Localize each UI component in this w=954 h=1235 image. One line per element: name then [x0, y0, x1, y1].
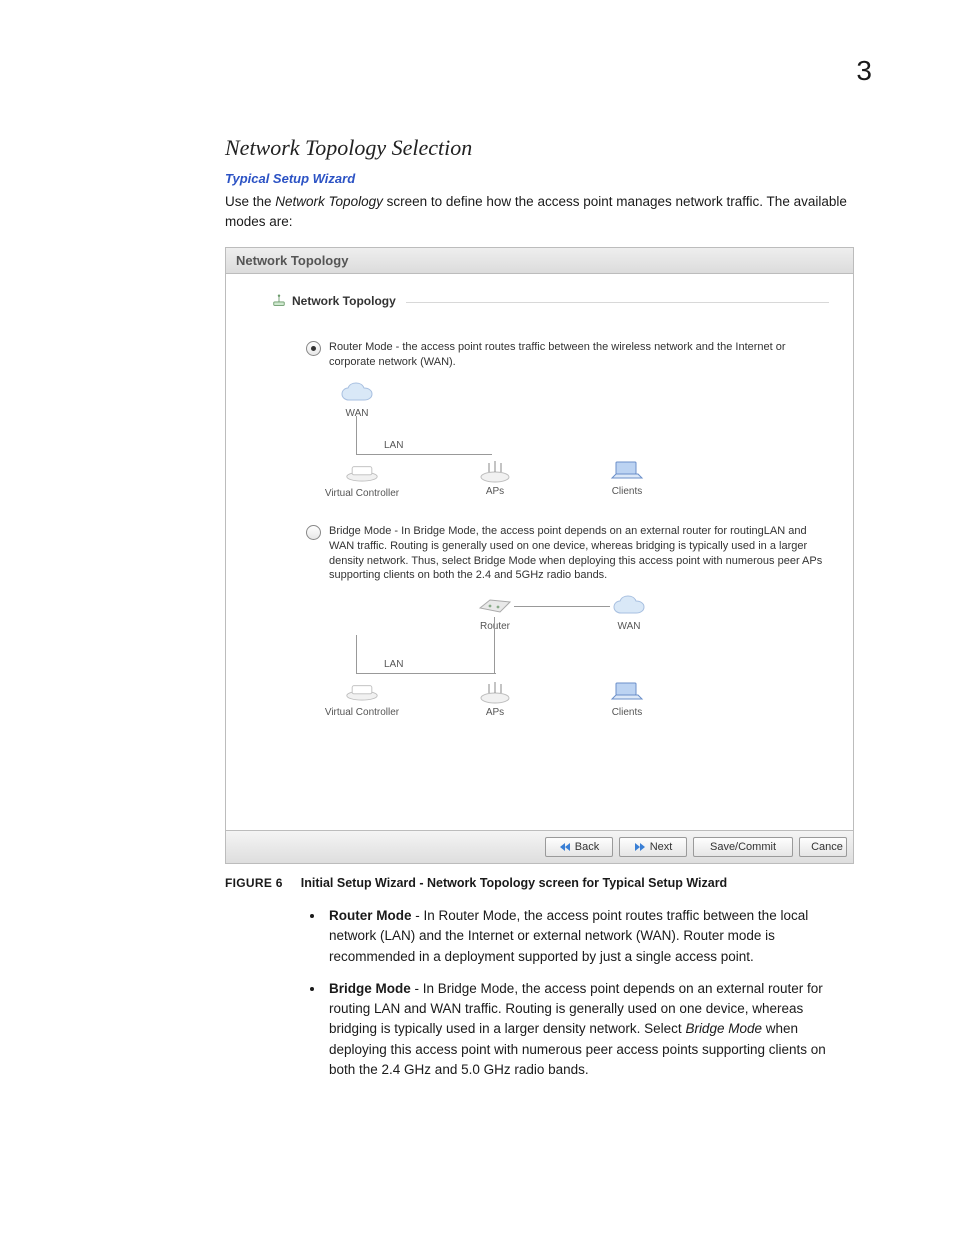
page: 3 Network Topology Selection Typical Set…: [0, 0, 954, 1235]
figure-label: FIGURE 6: [225, 876, 283, 890]
bridge-mode-diagram: Router WAN LAN: [330, 593, 829, 733]
wan-node: WAN: [612, 593, 646, 632]
ap-icon: [478, 458, 512, 484]
controller-icon: [345, 679, 379, 705]
aps-node: APs: [478, 458, 512, 497]
clients-node: Clients: [610, 679, 644, 718]
forward-icon: [634, 842, 646, 852]
virtual-controller-node: Virtual Controller: [322, 679, 402, 718]
bridge-mode-option[interactable]: Bridge Mode - In Bridge Mode, the access…: [306, 524, 829, 583]
panel-footer: Back Next Save/Commit Cance: [226, 830, 853, 863]
router-mode-option[interactable]: Router Mode - the access point routes tr…: [306, 340, 829, 370]
network-topology-panel: Network Topology Network Topology Router…: [225, 247, 854, 864]
lan-label: LAN: [384, 440, 403, 451]
diagram-line: [356, 416, 357, 454]
ap-icon: [478, 679, 512, 705]
virtual-controller-node: Virtual Controller: [322, 460, 402, 499]
lan-label: LAN: [384, 659, 403, 670]
page-number: 3: [856, 55, 872, 87]
diagram-line: [356, 454, 416, 455]
diagram-line: [356, 673, 496, 674]
bridge-mode-radio[interactable]: [306, 525, 321, 540]
clients-node: Clients: [610, 458, 644, 497]
wan-node: WAN: [340, 380, 374, 419]
controller-icon: [345, 460, 379, 486]
ap-icon: [272, 294, 286, 308]
rewind-icon: [559, 842, 571, 852]
diagram-line: [416, 454, 492, 455]
laptop-icon: [610, 679, 644, 705]
panel-title: Network Topology: [226, 248, 853, 274]
fieldset-rule: [406, 302, 829, 303]
cancel-button[interactable]: Cance: [799, 837, 847, 857]
mode-bullet-list: Router Mode - In Router Mode, the access…: [225, 904, 854, 1080]
wizard-link[interactable]: Typical Setup Wizard: [225, 171, 854, 186]
router-mode-radio[interactable]: [306, 341, 321, 356]
content-column: Network Topology Selection Typical Setup…: [225, 135, 854, 1080]
panel-body: Network Topology Router Mode - the acces…: [226, 274, 853, 830]
bridge-mode-text: Bridge Mode - In Bridge Mode, the access…: [329, 524, 829, 583]
router-mode-bullet: Router Mode - In Router Mode, the access…: [325, 904, 854, 967]
back-button[interactable]: Back: [545, 837, 613, 857]
diagram-line: [514, 606, 610, 607]
aps-node: APs: [478, 679, 512, 718]
next-button[interactable]: Next: [619, 837, 687, 857]
save-commit-button[interactable]: Save/Commit: [693, 837, 793, 857]
section-heading: Network Topology Selection: [225, 135, 854, 161]
router-mode-diagram: WAN LAN Virtual Controller: [330, 380, 829, 510]
diagram-line: [356, 635, 357, 673]
router-mode-text: Router Mode - the access point routes tr…: [329, 340, 829, 370]
diagram-line: [494, 617, 495, 673]
router-icon: [478, 593, 512, 619]
intro-paragraph: Use the Network Topology screen to defin…: [225, 192, 854, 231]
figure-caption-row: FIGURE 6 Initial Setup Wizard - Network …: [225, 876, 854, 890]
bridge-mode-bullet: Bridge Mode - In Bridge Mode, the access…: [325, 977, 854, 1080]
cloud-icon: [612, 593, 646, 619]
router-node: Router: [478, 593, 512, 632]
cloud-icon: [340, 380, 374, 406]
laptop-icon: [610, 458, 644, 484]
figure-caption: Initial Setup Wizard - Network Topology …: [301, 876, 727, 890]
fieldset-label: Network Topology: [268, 294, 400, 308]
